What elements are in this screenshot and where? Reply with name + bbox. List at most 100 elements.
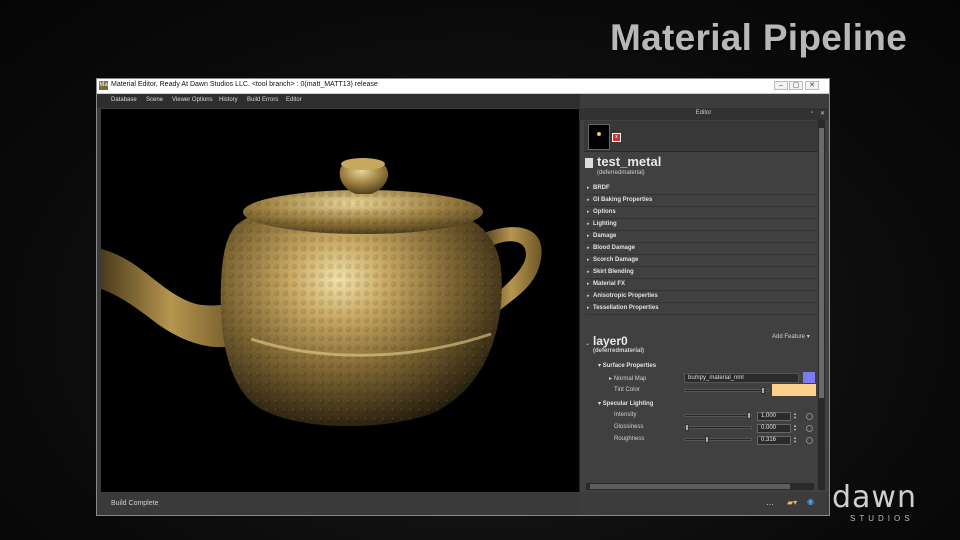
menu-database[interactable]: Database (111, 97, 137, 103)
tint-color-swatch[interactable] (772, 384, 816, 396)
tint-color-label: Tint Color (614, 387, 640, 393)
expand-arrow-icon: ▸ (587, 245, 590, 251)
material-file-icon (585, 158, 593, 168)
section-label: Tessellation Properties (593, 305, 659, 311)
expand-arrow-icon: ▸ (587, 209, 590, 215)
window-title: Material Editor, Ready At Dawn Studios L… (111, 81, 378, 88)
section-label: Anisotropic Properties (593, 293, 658, 299)
section-lighting[interactable]: ▸ Lighting (585, 219, 817, 231)
roughness-spinner[interactable]: ▲ ▼ (792, 436, 798, 445)
editor-vertical-scrollbar[interactable] (818, 120, 825, 490)
section-material-fx[interactable]: ▸ Material FX (585, 279, 817, 291)
panel-close-icon[interactable]: ✕ (820, 110, 825, 117)
section-tessellation-properties[interactable]: ▸ Tessellation Properties (585, 303, 817, 315)
normal-map-label[interactable]: ▸ Normal Map (609, 375, 646, 382)
section-blood-damage[interactable]: ▸ Blood Damage (585, 243, 817, 255)
menu-bar: Database Scene Viewer Options History Bu… (97, 94, 580, 108)
glossiness-value-field[interactable]: 0.000 (757, 424, 791, 433)
remove-thumbnail-icon[interactable]: x (612, 133, 621, 142)
intensity-spinner[interactable]: ▲ ▼ (792, 412, 798, 421)
slide-title: Material Pipeline (610, 17, 908, 58)
maximize-button[interactable]: ▢ (789, 81, 803, 90)
material-name: test_metal (597, 154, 662, 169)
undock-icon[interactable]: ▫ (811, 110, 813, 116)
intensity-label: Intensity (614, 412, 637, 418)
add-feature-button[interactable]: Add Feature ▾ (772, 333, 810, 340)
section-label: Blood Damage (593, 245, 636, 251)
menu-viewer-options[interactable]: Viewer Options (172, 97, 213, 103)
normal-map-color-swatch[interactable] (803, 372, 815, 383)
glossiness-slider-knob[interactable] (685, 424, 689, 431)
editor-horizontal-scrollbar[interactable] (586, 483, 814, 490)
layer-collapse-icon[interactable]: ⌄ (585, 340, 590, 347)
roughness-value-field[interactable]: 0.316 (757, 436, 791, 445)
roughness-label: Roughness (614, 436, 645, 442)
expand-arrow-icon: ▸ (587, 281, 590, 287)
section-label: GI Baking Properties (593, 197, 653, 203)
intensity-reset-icon[interactable] (806, 413, 813, 420)
roughness-slider[interactable] (684, 436, 752, 443)
section-gi-baking-properties[interactable]: ▸ GI Baking Properties (585, 195, 817, 207)
roughness-reset-icon[interactable] (806, 437, 813, 444)
material-thumbnail-strip: x (584, 121, 826, 152)
intensity-value-field[interactable]: 1.000 (757, 412, 791, 421)
close-button[interactable]: ✕ (805, 81, 819, 90)
glossiness-label: Glossiness (614, 424, 644, 430)
title-bar[interactable]: Ma Material Editor, Ready At Dawn Studio… (97, 79, 829, 94)
dawn-studios-logo: dawn STUDIOS (832, 480, 917, 523)
menu-history[interactable]: History (219, 97, 238, 103)
section-label: Options (593, 209, 616, 215)
section-label: Skirt Blending (593, 269, 634, 275)
horizontal-scroll-thumb[interactable] (590, 484, 790, 489)
expand-arrow-icon: ▸ (587, 185, 590, 191)
surface-properties-label: Surface Properties (602, 363, 657, 369)
editor-panel-title: Editor (695, 110, 712, 116)
vertical-scroll-thumb[interactable] (819, 128, 824, 398)
expand-arrow-icon: ▸ (587, 269, 590, 275)
section-label: Lighting (593, 221, 617, 227)
menu-scene[interactable]: Scene (146, 97, 163, 103)
expand-arrow-icon: ▸ (587, 233, 590, 239)
expand-arrow-icon: ▸ (587, 257, 590, 263)
glossiness-slider[interactable] (684, 424, 752, 431)
status-ellipsis-icon[interactable]: … (766, 498, 774, 507)
sync-icon[interactable]: ◉ (807, 497, 814, 506)
section-scorch-damage[interactable]: ▸ Scorch Damage (585, 255, 817, 267)
layer-type: (deferredmaterial) (593, 348, 645, 354)
material-type: (deferredmaterial) (597, 170, 645, 176)
layer-name: layer0 (593, 334, 628, 348)
minimize-button[interactable]: – (774, 81, 788, 90)
normal-map-label-text: Normal Map (613, 376, 647, 382)
teapot-spout (101, 249, 241, 348)
section-label: BRDF (593, 185, 610, 191)
menu-build-errors[interactable]: Build Errors (247, 97, 278, 103)
notification-icon[interactable]: ▰▾ (787, 498, 797, 507)
section-label: Material FX (593, 281, 626, 287)
teapot-render (101, 158, 542, 427)
section-options[interactable]: ▸ Options (585, 207, 817, 219)
section-anisotropic-properties[interactable]: ▸ Anisotropic Properties (585, 291, 817, 303)
glossiness-reset-icon[interactable] (806, 425, 813, 432)
specular-lighting-header[interactable]: ▾ Specular Lighting (598, 400, 653, 407)
app-icon: Ma (99, 81, 108, 90)
menu-editor[interactable]: Editor (286, 97, 302, 103)
section-skirt-blending[interactable]: ▸ Skirt Blending (585, 267, 817, 279)
expand-arrow-icon: ▸ (587, 221, 590, 227)
section-damage[interactable]: ▸ Damage (585, 231, 817, 243)
tint-slider[interactable] (684, 387, 769, 394)
specular-lighting-label: Specular Lighting (602, 401, 654, 407)
intensity-slider[interactable] (684, 412, 752, 419)
section-brdf[interactable]: ▸ BRDF (585, 183, 817, 195)
3d-viewport[interactable] (101, 109, 580, 492)
expand-arrow-icon: ▸ (587, 293, 590, 299)
section-label: Damage (593, 233, 617, 239)
intensity-slider-knob[interactable] (747, 412, 751, 419)
expand-arrow-icon: ▸ (587, 305, 590, 311)
editor-panel-header: Editor ▫ ✕ (579, 108, 828, 120)
glossiness-spinner[interactable]: ▲ ▼ (792, 424, 798, 433)
expand-arrow-icon: ▸ (587, 197, 590, 203)
material-thumbnail[interactable] (588, 124, 610, 150)
surface-properties-header[interactable]: ▾ Surface Properties (598, 362, 656, 369)
normal-map-field[interactable]: bumpy_material_nml (684, 373, 799, 383)
roughness-slider-knob[interactable] (705, 436, 709, 443)
